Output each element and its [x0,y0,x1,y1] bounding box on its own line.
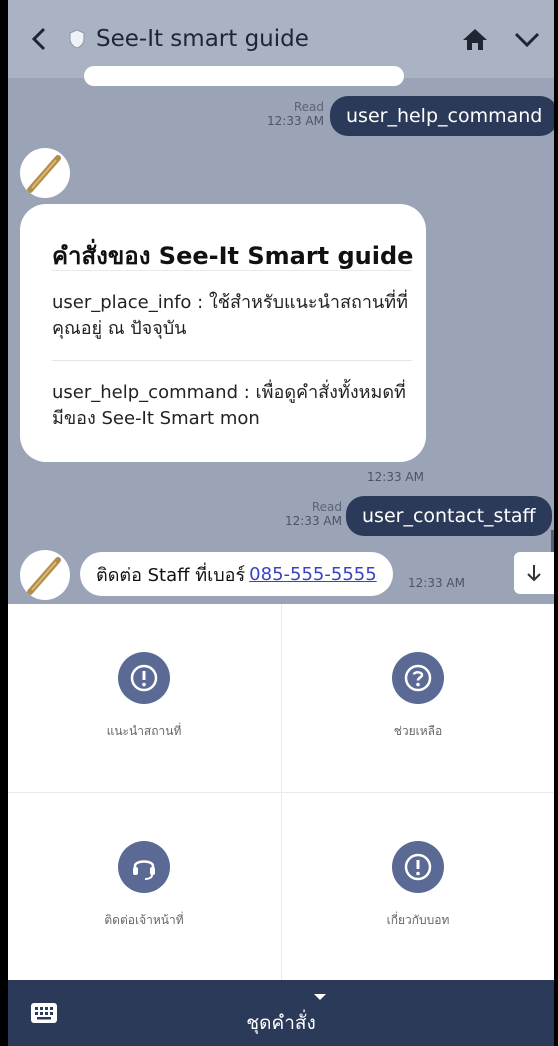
headset-icon [118,841,170,893]
command-list-card: คำสั่งของ See-It Smart guide user_place_… [20,204,426,462]
menu-item-help[interactable]: ช่วยเหลือ [282,604,554,791]
message-time: 12:33 AM [267,114,324,128]
message-list[interactable]: Read 12:33 AM user_help_command คำสั่งขอ… [8,66,554,604]
menu-item-place-info[interactable]: แนะนำสถานที่ [8,604,280,791]
question-circle-icon [392,652,444,704]
reply-text: ติดต่อ Staff ที่เบอร์ [96,564,246,586]
menu-item-label: แนะนำสถานที่ [106,724,182,738]
menu-item-label: เกี่ยวกับบอท [386,913,450,927]
chevron-down-icon[interactable] [510,22,544,56]
card-item-place-info: user_place_info : ใช้สำหรับแนะนำสถานที่ท… [52,292,409,339]
home-icon[interactable] [458,22,492,56]
message-meta: Read 12:33 AM [266,500,342,528]
rich-menu: แนะนำสถานที่ ช่วยเหลือ ติดต่อเจ้าหน้าที่… [8,604,554,980]
outgoing-message-bubble[interactable]: user_help_command [330,96,554,136]
read-status: Read [311,500,342,514]
stick-icon [27,155,61,193]
bottom-bar: ชุดคำสั่ง [8,980,554,1046]
stick-icon [27,557,61,595]
scroll-down-button[interactable] [514,552,554,594]
menu-item-label: ติดต่อเจ้าหน้าที่ [104,913,184,927]
outgoing-message-bubble[interactable]: user_contact_staff [346,496,552,536]
card-item-help-command: user_help_command : เพื่อดูคำสั่งทั้งหมด… [52,382,406,429]
arrow-down-icon [527,565,541,582]
incoming-message-bubble: ติดต่อ Staff ที่เบอร์ 085-555-5555 [80,552,393,596]
message-time: 12:33 AM [367,470,424,484]
back-icon[interactable] [20,19,60,59]
menu-item-about-bot[interactable]: เกี่ยวกับบอท [282,793,554,980]
phone-link[interactable]: 085-555-5555 [249,564,377,585]
chat-title: See-It smart guide [96,26,309,52]
exclamation-circle-icon [118,652,170,704]
divider [52,360,412,361]
chat-screen: See-It smart guide Read 12:33 AM user_he… [8,0,554,1046]
caret-down-icon[interactable] [313,986,327,1000]
menu-item-contact-staff[interactable]: ติดต่อเจ้าหน้าที่ [8,793,280,980]
bot-avatar[interactable] [20,550,70,600]
exclamation-circle-icon [392,841,444,893]
menu-item-label: ช่วยเหลือ [393,724,443,738]
message-time: 12:33 AM [285,514,342,528]
shield-icon [68,29,88,49]
bot-avatar[interactable] [20,148,70,198]
previous-message-bubble [84,66,404,86]
rich-menu-toggle[interactable]: ชุดคำสั่ง [8,1008,554,1038]
read-status: Read [293,100,324,114]
divider [52,270,412,271]
message-time: 12:33 AM [408,576,465,590]
message-meta: Read 12:33 AM [248,100,324,128]
